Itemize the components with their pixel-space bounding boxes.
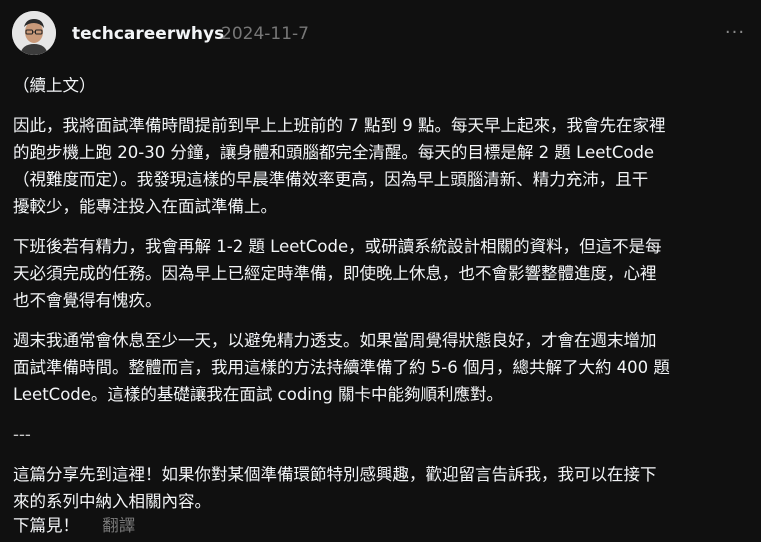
post-divider: --- [13, 425, 31, 444]
sign-off-text: 下篇見！ [13, 516, 79, 535]
post-paragraph: 下班後若有精力，我會再解 1-2 題 LeetCode，或研讀系統設計相關的資料… [13, 237, 662, 310]
post-body: （續上文） 因此，我將面試準備時間提前到早上上班前的 7 點到 9 點。每天早上… [13, 72, 751, 528]
post-paragraph: 這篇分享先到這裡！如果你對某個準備環節特別感興趣，歡迎留言告訴我，我可以在接下 … [13, 465, 657, 511]
thread-post: techcareerwhys 2024-11-7 ··· （續上文） 因此，我將… [0, 0, 761, 542]
post-paragraph: （續上文） [13, 76, 96, 95]
post-paragraph: 因此，我將面試準備時間提前到早上上班前的 7 點到 9 點。每天早上起來，我會先… [13, 116, 666, 216]
post-paragraph: 週末我通常會休息至少一天，以避免精力透支。如果當周覺得狀態良好，才會在週末增加 … [13, 331, 670, 404]
avatar[interactable] [12, 11, 56, 55]
post-header: techcareerwhys 2024-11-7 ··· [12, 11, 749, 57]
post-footer: 下篇見！ 翻譯 [13, 512, 135, 539]
more-options-icon[interactable]: ··· [723, 23, 747, 43]
post-timestamp: 2024-11-7 [221, 24, 309, 44]
username[interactable]: techcareerwhys [72, 23, 224, 45]
translate-link[interactable]: 翻譯 [102, 516, 135, 535]
avatar-portrait-icon [12, 11, 56, 55]
